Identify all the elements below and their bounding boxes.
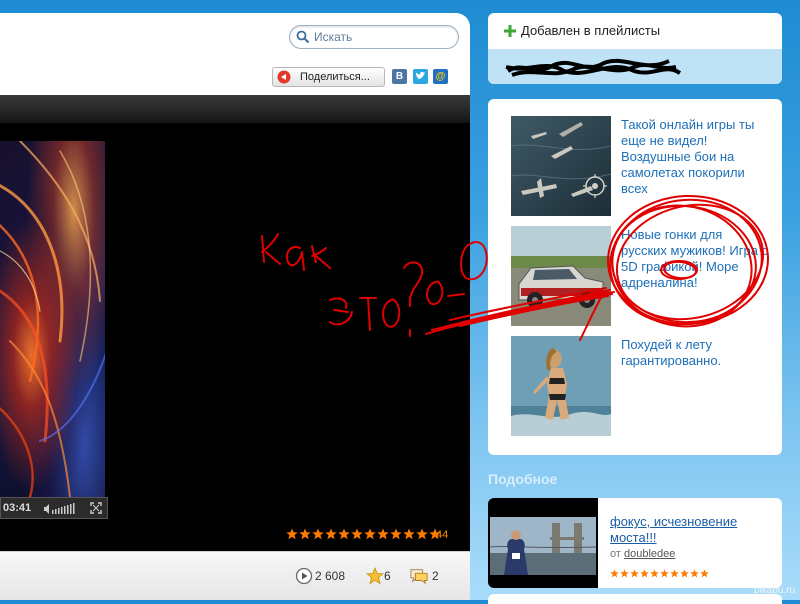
bridge-image <box>490 517 596 575</box>
star-icon <box>299 528 311 540</box>
similar-author: от doubledee <box>610 548 675 560</box>
star-icon <box>390 528 402 540</box>
star-icon <box>364 528 376 540</box>
views-count: 2 608 <box>315 569 346 583</box>
star-icon <box>670 569 679 578</box>
star-icon <box>620 569 629 578</box>
video-stats-bar: 2 608 6 2 <box>0 551 470 600</box>
star-icon <box>403 528 415 540</box>
star-icon <box>377 528 389 540</box>
star-icon <box>630 569 639 578</box>
star-icon <box>650 569 659 578</box>
search-box[interactable] <box>289 25 459 49</box>
similar-item-next[interactable] <box>488 594 782 604</box>
star-icon <box>416 528 428 540</box>
beach-image <box>511 336 611 436</box>
search-input[interactable] <box>314 29 454 45</box>
star-icon <box>338 528 350 540</box>
play-count-icon <box>295 567 313 585</box>
watermark: pikabu.ru <box>754 585 796 596</box>
ad-link-2[interactable]: Новые гонки для русских мужиков! Игра с … <box>621 227 771 291</box>
ads-box: Такой онлайн игры ты еще не видел! Возду… <box>488 99 782 455</box>
playlist-box: Добавлен в плейлисты <box>488 13 782 84</box>
star-icon <box>325 528 337 540</box>
rating-count: 44 <box>436 529 449 541</box>
player-controls: 03:41 <box>0 497 108 519</box>
video-light-streaks <box>0 141 105 497</box>
star-icon <box>640 569 649 578</box>
favorite-star-icon <box>366 567 384 585</box>
comments-count: 2 <box>432 569 439 583</box>
comments-icon <box>410 569 428 585</box>
similar-thumb-frame <box>488 498 598 588</box>
fullscreen-icon[interactable] <box>90 502 102 514</box>
player-top-bar <box>0 95 470 123</box>
share-label: Поделиться... <box>300 71 370 83</box>
video-player[interactable]: 03:41 44 <box>0 95 470 551</box>
share-button[interactable]: Поделиться... <box>272 67 385 87</box>
star-icon <box>700 569 709 578</box>
plus-icon[interactable] <box>504 25 516 37</box>
car-image <box>511 226 611 326</box>
rating-stars[interactable] <box>286 527 442 541</box>
share-icon <box>277 70 291 84</box>
video-frame[interactable] <box>0 141 105 497</box>
star-icon <box>286 528 298 540</box>
airplanes-image <box>511 116 611 216</box>
author-prefix: от <box>610 548 621 560</box>
star-icon <box>660 569 669 578</box>
playback-time: 03:41 <box>3 502 32 514</box>
star-icon <box>351 528 363 540</box>
twitter-bird-icon <box>415 71 426 80</box>
similar-rating-stars <box>610 565 710 583</box>
favorites-count: 6 <box>384 569 391 583</box>
star-icon <box>680 569 689 578</box>
twitter-share-icon[interactable] <box>413 69 428 84</box>
search-icon <box>296 30 310 44</box>
volume-icon[interactable] <box>43 503 77 515</box>
similar-heading: Подобное <box>488 471 558 487</box>
similar-title[interactable]: фокус, исчезновение моста!!! <box>610 514 775 546</box>
star-icon <box>690 569 699 578</box>
mail-share-icon[interactable]: @ <box>433 69 448 84</box>
star-icon <box>610 569 619 578</box>
ad-thumb-car[interactable] <box>511 226 611 326</box>
ad-thumb-airplanes[interactable] <box>511 116 611 216</box>
similar-item[interactable]: фокус, исчезновение моста!!! от doublede… <box>488 498 782 588</box>
playlist-title[interactable]: Добавлен в плейлисты <box>521 23 660 38</box>
ad-link-3[interactable]: Похудей к лету гарантированно. <box>621 337 771 369</box>
similar-thumb[interactable] <box>490 517 596 575</box>
author-link[interactable]: doubledee <box>624 548 675 560</box>
censor-scribble <box>505 58 682 77</box>
star-icon <box>312 528 324 540</box>
ad-thumb-beach[interactable] <box>511 336 611 436</box>
video-page-panel: Поделиться... В @ <box>0 13 470 600</box>
ad-link-1[interactable]: Такой онлайн игры ты еще не видел! Возду… <box>621 117 771 197</box>
vk-share-icon[interactable]: В <box>392 69 407 84</box>
